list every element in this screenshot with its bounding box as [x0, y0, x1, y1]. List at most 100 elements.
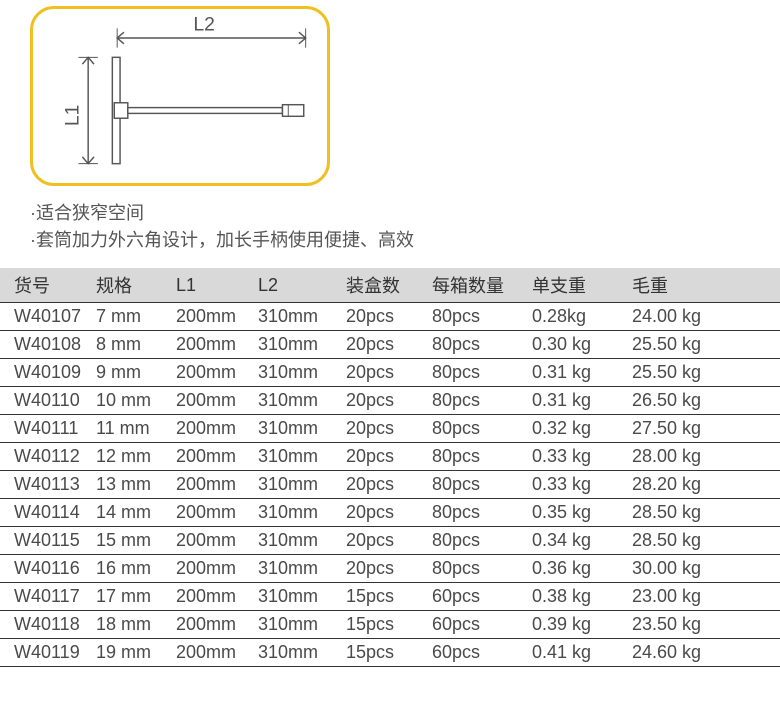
table-cell: 0.33 kg: [526, 443, 626, 471]
spec-table: 货号 规格 L1 L2 装盒数 每箱数量 单支重 毛重 W401077 mm20…: [0, 268, 780, 667]
table-cell: 15pcs: [340, 639, 426, 667]
table-cell: 0.35 kg: [526, 499, 626, 527]
table-cell: 16 mm: [90, 555, 170, 583]
table-cell: 200mm: [170, 359, 252, 387]
table-cell: 200mm: [170, 443, 252, 471]
table-cell: 200mm: [170, 303, 252, 331]
table-cell: 10 mm: [90, 387, 170, 415]
feature-line: ·套筒加力外六角设计，加长手柄使用便捷、高效: [30, 227, 780, 254]
th-l2: L2: [252, 268, 340, 303]
table-cell: 0.39 kg: [526, 611, 626, 639]
feature-line: ·适合狭窄空间: [30, 200, 780, 227]
table-cell: 0.38 kg: [526, 583, 626, 611]
table-cell: 310mm: [252, 443, 340, 471]
table-cell: 310mm: [252, 359, 340, 387]
table-cell: 15pcs: [340, 611, 426, 639]
table-cell: 18 mm: [90, 611, 170, 639]
th-spec: 规格: [90, 268, 170, 303]
table-cell: 28.00 kg: [626, 443, 780, 471]
table-body: W401077 mm200mm310mm20pcs80pcs0.28kg24.0…: [0, 303, 780, 667]
table-cell: W40111: [0, 415, 90, 443]
table-cell: 24.00 kg: [626, 303, 780, 331]
table-cell: 15pcs: [340, 583, 426, 611]
table-cell: 60pcs: [426, 639, 526, 667]
table-cell: 20pcs: [340, 527, 426, 555]
table-cell: 0.34 kg: [526, 527, 626, 555]
diagram-box: L2 L1: [30, 6, 330, 186]
table-cell: 80pcs: [426, 499, 526, 527]
table-cell: 310mm: [252, 331, 340, 359]
table-cell: 14 mm: [90, 499, 170, 527]
table-cell: 60pcs: [426, 583, 526, 611]
table-cell: W40112: [0, 443, 90, 471]
table-cell: 200mm: [170, 387, 252, 415]
table-cell: 20pcs: [340, 359, 426, 387]
table-cell: 15 mm: [90, 527, 170, 555]
table-cell: W40118: [0, 611, 90, 639]
table-cell: W40119: [0, 639, 90, 667]
table-cell: 310mm: [252, 583, 340, 611]
th-gross-weight: 毛重: [626, 268, 780, 303]
table-cell: 310mm: [252, 611, 340, 639]
table-cell: 80pcs: [426, 471, 526, 499]
table-cell: W40109: [0, 359, 90, 387]
table-cell: 310mm: [252, 639, 340, 667]
table-cell: 0.31 kg: [526, 359, 626, 387]
table-cell: W40107: [0, 303, 90, 331]
table-cell: 23.00 kg: [626, 583, 780, 611]
table-row: W4011111 mm200mm310mm20pcs80pcs0.32 kg27…: [0, 415, 780, 443]
table-cell: 200mm: [170, 527, 252, 555]
table-cell: 26.50 kg: [626, 387, 780, 415]
table-cell: 20pcs: [340, 331, 426, 359]
th-l1: L1: [170, 268, 252, 303]
table-cell: 80pcs: [426, 359, 526, 387]
table-cell: 13 mm: [90, 471, 170, 499]
table-cell: 80pcs: [426, 555, 526, 583]
th-box-qty: 装盒数: [340, 268, 426, 303]
table-cell: 20pcs: [340, 555, 426, 583]
table-cell: 30.00 kg: [626, 555, 780, 583]
table-cell: 200mm: [170, 471, 252, 499]
table-cell: 200mm: [170, 331, 252, 359]
table-cell: 20pcs: [340, 499, 426, 527]
table-cell: 0.32 kg: [526, 415, 626, 443]
table-cell: 20pcs: [340, 471, 426, 499]
table-cell: 8 mm: [90, 331, 170, 359]
table-cell: W40110: [0, 387, 90, 415]
table-cell: 28.50 kg: [626, 499, 780, 527]
table-cell: 0.31 kg: [526, 387, 626, 415]
table-cell: 20pcs: [340, 303, 426, 331]
th-unit-weight: 单支重: [526, 268, 626, 303]
table-cell: W40108: [0, 331, 90, 359]
table-cell: 28.20 kg: [626, 471, 780, 499]
table-cell: 0.30 kg: [526, 331, 626, 359]
table-row: W401088 mm200mm310mm20pcs80pcs0.30 kg25.…: [0, 331, 780, 359]
table-cell: 80pcs: [426, 331, 526, 359]
table-cell: 23.50 kg: [626, 611, 780, 639]
table-cell: 27.50 kg: [626, 415, 780, 443]
table-row: W4011717 mm200mm310mm15pcs60pcs0.38 kg23…: [0, 583, 780, 611]
table-row: W4011818 mm200mm310mm15pcs60pcs0.39 kg23…: [0, 611, 780, 639]
diagram-svg: L2 L1: [33, 9, 327, 183]
table-cell: W40113: [0, 471, 90, 499]
table-cell: 24.60 kg: [626, 639, 780, 667]
table-cell: 310mm: [252, 499, 340, 527]
table-cell: 20pcs: [340, 387, 426, 415]
table-cell: W40115: [0, 527, 90, 555]
table-cell: 0.33 kg: [526, 471, 626, 499]
table-cell: 310mm: [252, 415, 340, 443]
table-cell: 19 mm: [90, 639, 170, 667]
table-header-row: 货号 规格 L1 L2 装盒数 每箱数量 单支重 毛重: [0, 268, 780, 303]
th-item-no: 货号: [0, 268, 90, 303]
table-cell: W40117: [0, 583, 90, 611]
table-cell: 310mm: [252, 527, 340, 555]
table-row: W4011313 mm200mm310mm20pcs80pcs0.33 kg28…: [0, 471, 780, 499]
table-cell: 80pcs: [426, 303, 526, 331]
table-cell: 310mm: [252, 387, 340, 415]
table-cell: 11 mm: [90, 415, 170, 443]
l1-label: L1: [63, 105, 84, 127]
table-cell: 200mm: [170, 555, 252, 583]
table-cell: 20pcs: [340, 415, 426, 443]
table-cell: 200mm: [170, 415, 252, 443]
table-cell: 200mm: [170, 499, 252, 527]
